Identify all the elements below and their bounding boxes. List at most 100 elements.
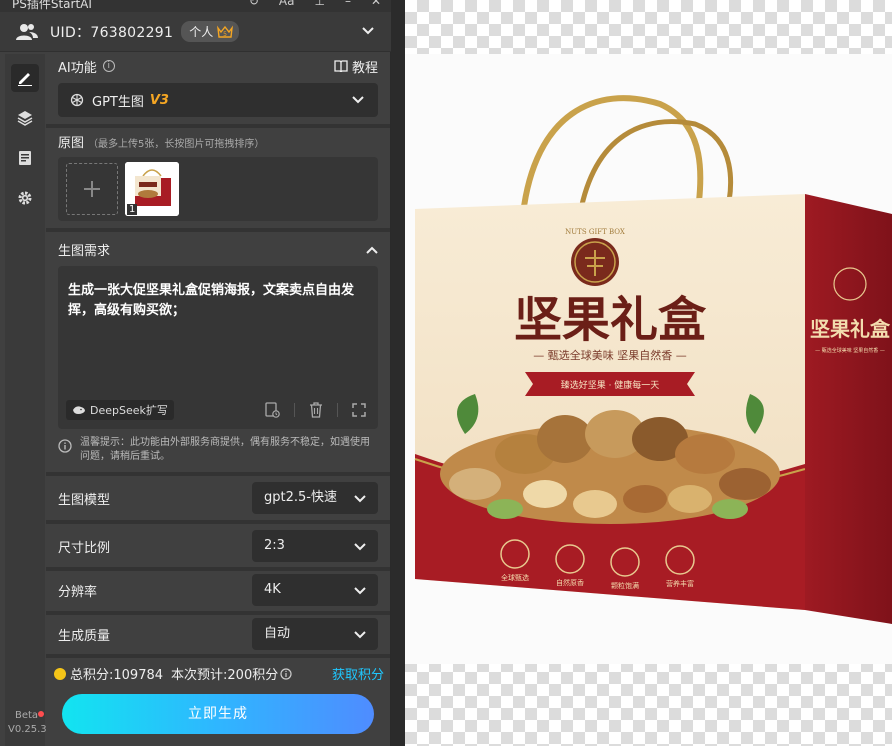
badge-label: 颗粒饱满: [611, 581, 639, 590]
model-version: V3: [149, 92, 169, 108]
window-title: PS插件StartAI: [12, 0, 92, 11]
plugin-panel: PS插件StartAI ↻ Aa ⊥ – ✕ UID：763802291 个人: [0, 0, 391, 746]
credits-bar: 总积分:109784 本次预计:200积分 获取积分: [54, 664, 384, 683]
image-thumbnail[interactable]: 1: [125, 162, 179, 216]
chevron-down-icon[interactable]: [361, 24, 375, 38]
divider: [46, 124, 390, 128]
font-size-icon[interactable]: Aa: [279, 0, 295, 8]
quality-select[interactable]: 自动: [252, 618, 378, 650]
plus-icon: [84, 181, 100, 197]
svg-text:5: 5: [223, 31, 227, 38]
generate-button[interactable]: 立即生成: [62, 694, 374, 734]
info-icon[interactable]: i: [102, 60, 115, 72]
plan-label: 个人: [189, 25, 214, 39]
credits-estimate: 本次预计:200积分: [171, 668, 279, 683]
rail-edit[interactable]: [11, 64, 39, 92]
chevron-down-icon: [354, 587, 366, 595]
box-ribbon: 臻选好坚果 · 健康每一天: [561, 379, 660, 391]
option-label: 分辨率: [58, 585, 98, 600]
model-function-select[interactable]: GPT生图 V3: [58, 83, 378, 117]
notes-icon: [19, 151, 31, 165]
request-tools: [264, 402, 366, 418]
original-images: 1: [58, 157, 378, 221]
option-model: 生图模型 gpt2.5-快速: [46, 476, 390, 520]
option-label: 尺寸比例: [58, 541, 111, 556]
generated-image[interactable]: NUTS GIFT BOX 坚果礼盒 — 甄选全球美味 坚果自然香 — 臻选好坚…: [405, 54, 892, 664]
ratio-value: 2:3: [264, 538, 285, 553]
plan-badge[interactable]: 个人 5: [181, 21, 240, 42]
crown-icon: 5: [217, 25, 234, 38]
users-icon: [16, 23, 38, 40]
option-label: 生图模型: [58, 493, 111, 508]
book-icon: [334, 60, 348, 72]
beta-dot: [38, 711, 44, 717]
tool-separator: [294, 403, 295, 417]
close-icon[interactable]: ✕: [371, 0, 381, 8]
model-select[interactable]: gpt2.5-快速: [252, 482, 378, 514]
title-bar: PS插件StartAI ↻ Aa ⊥ – ✕: [0, 0, 391, 12]
canvas: NUTS GIFT BOX 坚果礼盒 — 甄选全球美味 坚果自然香 — 臻选好坚…: [405, 0, 892, 746]
expand-icon[interactable]: [352, 403, 366, 417]
side-subtitle: — 甄选全球美味 坚果自然香 —: [815, 347, 885, 354]
notice: 温馨提示：此功能由外部服务商提供，偶有服务不稳定，如遇使用问题，请稍后重试。: [58, 436, 378, 464]
openai-icon: [70, 93, 84, 107]
side-rail: Beta V0.25.3: [5, 54, 47, 746]
ratio-select[interactable]: 2:3: [252, 530, 378, 562]
rail-layers[interactable]: [11, 104, 39, 132]
rail-notes[interactable]: [11, 144, 39, 172]
request-textarea[interactable]: 生成一张大促坚果礼盒促销海报，文案卖点自由发挥，高级有购买欲； DeepSeek…: [58, 266, 378, 429]
request-label: 生图需求: [58, 244, 111, 259]
original-label: 原图: [58, 136, 85, 151]
whale-icon: [73, 406, 85, 414]
notice-text: 温馨提示：此功能由外部服务商提供，偶有服务不稳定，如遇使用问题，请稍后重试。: [80, 437, 370, 462]
tutorial-label: 教程: [351, 60, 378, 76]
beta-label: Beta: [15, 710, 39, 721]
credits-total: 总积分:109784: [70, 668, 164, 683]
info-icon: [58, 439, 72, 453]
layers-icon: [17, 111, 33, 126]
add-image-button[interactable]: [66, 163, 118, 215]
resolution-select[interactable]: 4K: [252, 574, 378, 606]
model-function-name: GPT生图: [92, 94, 144, 110]
coin-icon: [54, 667, 66, 680]
version-label: V0.25.3: [8, 724, 47, 735]
badge-label: 自然原香: [556, 578, 584, 587]
thumbnail-index: 1: [127, 204, 138, 215]
uid-text: UID：763802291: [50, 24, 174, 41]
box-title: 坚果礼盒: [514, 292, 707, 348]
option-ratio: 尺寸比例 2:3: [46, 524, 390, 568]
side-title: 坚果礼盒: [810, 317, 891, 341]
pin-icon[interactable]: ⊥: [314, 0, 324, 8]
chevron-down-icon: [352, 96, 364, 104]
chevron-up-icon[interactable]: [366, 244, 378, 256]
minimize-icon[interactable]: –: [345, 0, 351, 8]
ai-function-header: AI功能 i 教程: [58, 56, 378, 76]
chevron-down-icon: [354, 495, 366, 503]
gear-icon: [18, 191, 32, 205]
get-credits-link[interactable]: 获取积分: [332, 664, 384, 683]
gift-box-image: NUTS GIFT BOX 坚果礼盒 — 甄选全球美味 坚果自然香 — 臻选好坚…: [414, 95, 892, 624]
box-top-label: NUTS GIFT BOX: [565, 228, 625, 236]
option-quality: 生成质量 自动: [46, 612, 390, 656]
divider: [46, 654, 390, 658]
badge-label: 全球甄选: [501, 573, 529, 582]
account-bar: UID：763802291 个人 5: [0, 12, 391, 52]
option-label: 生成质量: [58, 629, 111, 644]
request-text[interactable]: 生成一张大促坚果礼盒促销海报，文案卖点自由发挥，高级有购买欲；: [68, 281, 368, 321]
refresh-icon[interactable]: ↻: [249, 0, 259, 8]
tutorial-link[interactable]: 教程: [334, 57, 378, 76]
trash-icon[interactable]: [309, 402, 323, 418]
badge-label: 营养丰富: [666, 579, 694, 588]
original-hint: （最多上传5张，长按图片可拖拽排序）: [88, 139, 265, 150]
divider: [46, 228, 390, 232]
rail-settings[interactable]: [11, 184, 39, 212]
pencil-icon: [18, 73, 32, 86]
request-header[interactable]: 生图需求: [58, 240, 378, 259]
info-icon[interactable]: [280, 667, 292, 680]
deepseek-expand-button[interactable]: DeepSeek扩写: [66, 400, 174, 420]
history-icon[interactable]: [264, 402, 280, 418]
quality-value: 自动: [264, 626, 291, 641]
original-header: 原图 （最多上传5张，长按图片可拖拽排序）: [58, 132, 264, 151]
model-value: gpt2.5-快速: [264, 490, 337, 505]
ai-function-label: AI功能: [58, 60, 97, 76]
